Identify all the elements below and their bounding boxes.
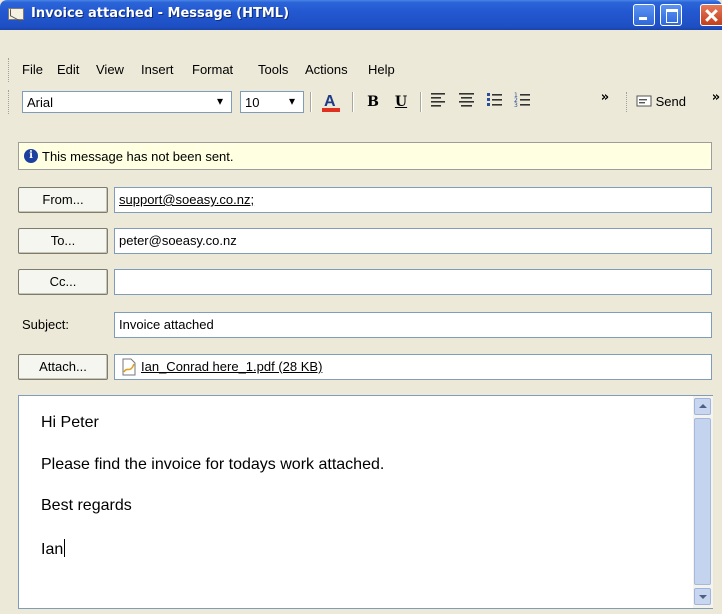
menu-format[interactable]: Format (192, 60, 233, 80)
menu-actions[interactable]: Actions (305, 60, 348, 80)
chevron-down-icon (215, 94, 229, 111)
body-line: Hi Peter (41, 414, 99, 431)
subject-value: Invoice attached (119, 317, 214, 332)
to-field[interactable]: peter@soeasy.co.nz (114, 228, 712, 254)
menu-file-label: File (22, 62, 43, 77)
body-line: Please find the invoice for todays work … (41, 456, 385, 473)
send-button[interactable]: Send (636, 91, 708, 113)
info-icon: i (24, 149, 38, 163)
toolbar-overflow-button[interactable]: » (598, 91, 612, 113)
toolbar-separator (310, 92, 312, 112)
align-left-icon (431, 93, 445, 107)
bold-button[interactable]: B (362, 91, 384, 113)
send-overflow-button[interactable]: » (710, 91, 722, 113)
message-body[interactable]: Hi Peter Please find the invoice for tod… (18, 395, 713, 609)
title-bar[interactable]: Invoice attached - Message (HTML) (0, 0, 722, 30)
bullets-button[interactable] (484, 91, 506, 113)
vertical-scrollbar[interactable] (693, 396, 713, 608)
info-bar: i This message has not been sent. (18, 142, 712, 170)
from-value: support@soeasy.co.nz; (119, 192, 255, 207)
from-field[interactable]: support@soeasy.co.nz; (114, 187, 712, 213)
menu-tools-label: Tools (258, 62, 289, 77)
menu-help-label: Help (368, 62, 395, 77)
to-value: peter@soeasy.co.nz (119, 233, 237, 248)
toolbar-grip[interactable] (8, 90, 11, 114)
numbered-list-icon: 1 2 3 (514, 92, 530, 109)
bold-icon: B (367, 94, 379, 110)
chevron-double-right-icon: » (711, 90, 721, 105)
align-left-button[interactable] (428, 91, 450, 113)
menu-file[interactable]: File (22, 60, 43, 80)
align-center-icon (459, 93, 474, 107)
menu-insert[interactable]: Insert (141, 60, 174, 80)
toolbar-separator (352, 92, 354, 112)
menubar-grip[interactable] (8, 58, 11, 82)
scroll-up-button[interactable] (694, 398, 711, 415)
from-button-label: From... (42, 192, 84, 207)
text-caret (64, 539, 66, 557)
toolbar-grip[interactable] (626, 92, 629, 112)
menu-format-label: Format (192, 62, 234, 77)
body-line: Best regards (41, 497, 132, 514)
to-button-label: To... (50, 233, 76, 248)
to-button[interactable]: To... (18, 228, 108, 254)
menu-view-label: View (96, 62, 124, 77)
attachment-link[interactable]: Ian_Conrad here_1.pdf (28 KB) (141, 359, 322, 374)
scroll-thumb[interactable] (694, 418, 711, 585)
scroll-down-button[interactable] (694, 588, 711, 605)
menu-edit-label: Edit (57, 62, 80, 77)
subject-label: Subject: (22, 317, 69, 332)
size-select-value: 10 (245, 95, 260, 110)
font-color-icon: A (322, 93, 340, 112)
menu-tools[interactable]: Tools (258, 60, 288, 80)
font-color-button[interactable]: A (318, 91, 344, 113)
attach-button[interactable]: Attach... (18, 354, 108, 380)
toolbar-separator (420, 92, 422, 112)
close-button[interactable] (700, 4, 722, 26)
send-icon (636, 95, 652, 107)
info-message: This message has not been sent. (42, 149, 234, 164)
svg-text:A: A (324, 93, 336, 110)
cc-field[interactable] (114, 269, 712, 295)
cc-button-label: Cc... (49, 274, 77, 289)
chevron-down-icon (287, 94, 301, 111)
attach-button-label: Attach... (39, 359, 87, 374)
cc-button[interactable]: Cc... (18, 269, 108, 295)
menu-help[interactable]: Help (368, 60, 395, 80)
chevron-double-right-icon: » (600, 90, 610, 105)
svg-text:3: 3 (514, 102, 518, 107)
maximize-button[interactable] (660, 4, 682, 26)
underline-icon: U (394, 94, 408, 110)
numbering-button[interactable]: 1 2 3 (512, 91, 534, 113)
font-select[interactable]: Arial (22, 91, 232, 113)
bullet-list-icon (487, 93, 502, 106)
menu-view[interactable]: View (96, 60, 124, 80)
menu-insert-label: Insert (141, 62, 174, 77)
pdf-attachment-icon (122, 358, 136, 376)
from-button[interactable]: From... (18, 187, 108, 213)
underline-button[interactable]: U (390, 91, 412, 113)
window-title: Invoice attached - Message (HTML) (31, 6, 290, 21)
body-line: Ian (41, 541, 64, 558)
minimize-button[interactable] (633, 4, 655, 26)
menu-edit[interactable]: Edit (57, 60, 79, 80)
menu-actions-label: Actions (305, 62, 348, 77)
send-button-label: Send (655, 94, 686, 109)
size-select[interactable]: 10 (240, 91, 304, 113)
subject-field[interactable]: Invoice attached (114, 312, 712, 338)
font-select-value: Arial (27, 95, 54, 110)
envelope-icon (8, 8, 24, 20)
attachment-field[interactable]: Ian_Conrad here_1.pdf (28 KB) (114, 354, 712, 380)
align-center-button[interactable] (456, 91, 478, 113)
